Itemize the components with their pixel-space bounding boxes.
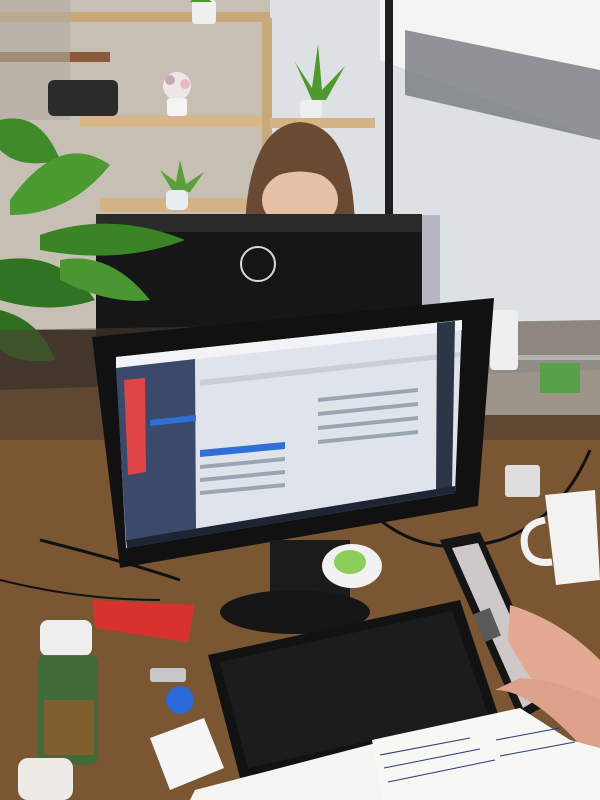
usb-hub (505, 465, 540, 497)
right-panel (436, 321, 455, 491)
photo-canvas (0, 0, 600, 800)
bottle (38, 620, 98, 765)
shelf-middle (80, 115, 270, 127)
chair-back (48, 80, 118, 116)
snack-pack (540, 363, 580, 393)
glass-frame (385, 0, 393, 230)
plant-icon (163, 72, 191, 116)
glass-divider (470, 355, 600, 415)
cup (18, 758, 73, 800)
coaster (322, 544, 382, 588)
tissue-roll (490, 310, 518, 370)
office-desk-photo (0, 0, 600, 800)
plant-icon (190, 0, 216, 24)
